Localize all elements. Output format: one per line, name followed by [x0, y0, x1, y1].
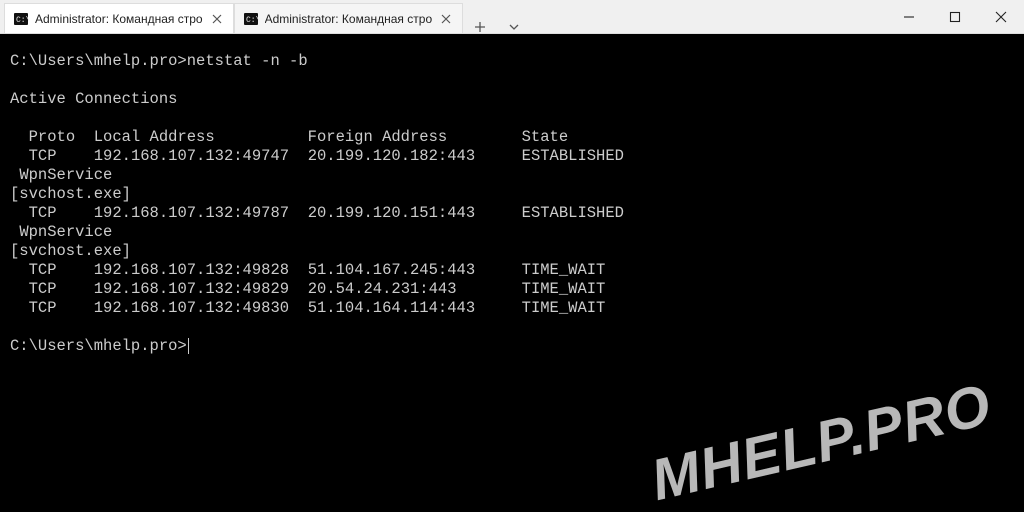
- table-row: TCP 192.168.107.132:49830 51.104.164.114…: [10, 299, 605, 317]
- watermark: MHELP.PRO: [650, 394, 992, 490]
- prompt-line: C:\Users\mhelp.pro>: [10, 337, 189, 355]
- table-row: TCP 192.168.107.132:49787 20.199.120.151…: [10, 204, 624, 222]
- service-line: WpnService: [10, 166, 112, 184]
- prompt-path: C:\Users\mhelp.pro>: [10, 337, 187, 355]
- table-row: TCP 192.168.107.132:49747 20.199.120.182…: [10, 147, 624, 165]
- exe-line: [svchost.exe]: [10, 242, 131, 260]
- tab-strip: C:\ Administrator: Командная стро C:\ Ad…: [0, 0, 886, 33]
- command-text: netstat -n -b: [187, 52, 308, 70]
- active-connections-header: Active Connections: [10, 90, 177, 108]
- table-row: TCP 192.168.107.132:49829 20.54.24.231:4…: [10, 280, 605, 298]
- tab-title: Administrator: Командная стро: [35, 12, 203, 26]
- tab-2[interactable]: C:\ Administrator: Командная стро: [234, 3, 464, 33]
- terminal-output[interactable]: C:\Users\mhelp.pro>netstat -n -b Active …: [0, 34, 1024, 512]
- close-window-button[interactable]: [978, 0, 1024, 33]
- svg-text:C:\: C:\: [246, 16, 259, 25]
- tab-1[interactable]: C:\ Administrator: Командная стро: [4, 3, 234, 33]
- new-tab-button[interactable]: [463, 21, 497, 33]
- titlebar: C:\ Administrator: Командная стро C:\ Ad…: [0, 0, 1024, 34]
- prompt-line: C:\Users\mhelp.pro>netstat -n -b: [10, 52, 308, 70]
- tab-dropdown-button[interactable]: [497, 21, 531, 33]
- app-window: C:\ Administrator: Командная стро C:\ Ad…: [0, 0, 1024, 512]
- table-row: TCP 192.168.107.132:49828 51.104.167.245…: [10, 261, 605, 279]
- exe-line: [svchost.exe]: [10, 185, 131, 203]
- svg-text:C:\: C:\: [16, 16, 29, 25]
- minimize-button[interactable]: [886, 0, 932, 33]
- close-icon[interactable]: [438, 11, 454, 27]
- close-icon[interactable]: [209, 11, 225, 27]
- maximize-button[interactable]: [932, 0, 978, 33]
- service-line: WpnService: [10, 223, 112, 241]
- terminal-icon: C:\: [243, 11, 259, 27]
- cursor: [188, 338, 189, 354]
- prompt-path: C:\Users\mhelp.pro>: [10, 52, 187, 70]
- window-controls: [886, 0, 1024, 33]
- terminal-icon: C:\: [13, 11, 29, 27]
- columns-header: Proto Local Address Foreign Address Stat…: [10, 128, 568, 146]
- tab-title: Administrator: Командная стро: [265, 12, 433, 26]
